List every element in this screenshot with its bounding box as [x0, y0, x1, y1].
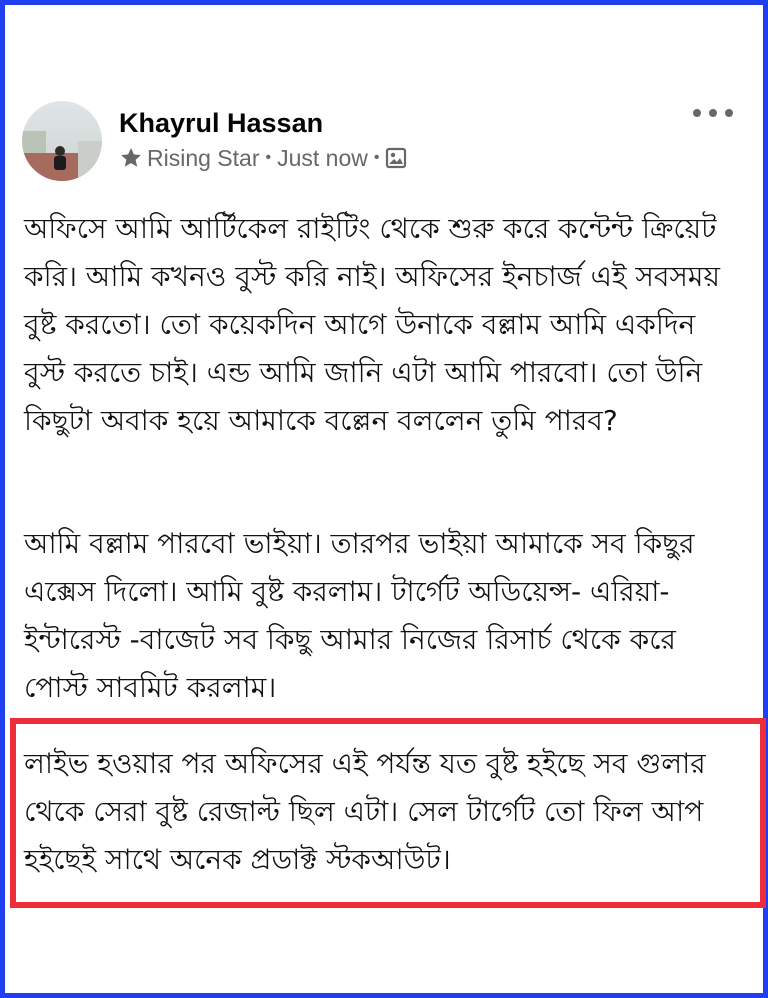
- post-meta: Khayrul Hassan Rising Star • Just now •: [119, 106, 407, 173]
- author-name[interactable]: Khayrul Hassan: [119, 106, 407, 140]
- separator-dot: •: [373, 148, 380, 166]
- rising-star-badge[interactable]: Rising Star: [147, 143, 259, 173]
- screenshot-frame: Khayrul Hassan Rising Star • Just now • …: [0, 0, 768, 998]
- dot-icon: [693, 109, 701, 117]
- post-header: Khayrul Hassan Rising Star • Just now •: [22, 101, 407, 181]
- star-icon: [121, 147, 141, 167]
- more-options-icon[interactable]: [693, 99, 733, 127]
- highlight-box: [10, 718, 766, 908]
- separator-dot: •: [265, 148, 272, 166]
- photo-audience-icon[interactable]: [385, 147, 407, 169]
- dot-icon: [725, 109, 733, 117]
- post-timestamp[interactable]: Just now: [277, 143, 368, 173]
- avatar-photo-icon: [22, 101, 102, 181]
- dot-icon: [709, 109, 717, 117]
- post-paragraph: অফিসে আমি আর্টিকেল রাইটিং থেকে শুরু করে …: [24, 212, 720, 437]
- post-subline: Rising Star • Just now •: [119, 143, 407, 173]
- post-paragraph: আমি বল্লাম পারবো ভাইয়া। তারপর ভাইয়া আম…: [24, 527, 695, 704]
- author-avatar[interactable]: [22, 101, 102, 181]
